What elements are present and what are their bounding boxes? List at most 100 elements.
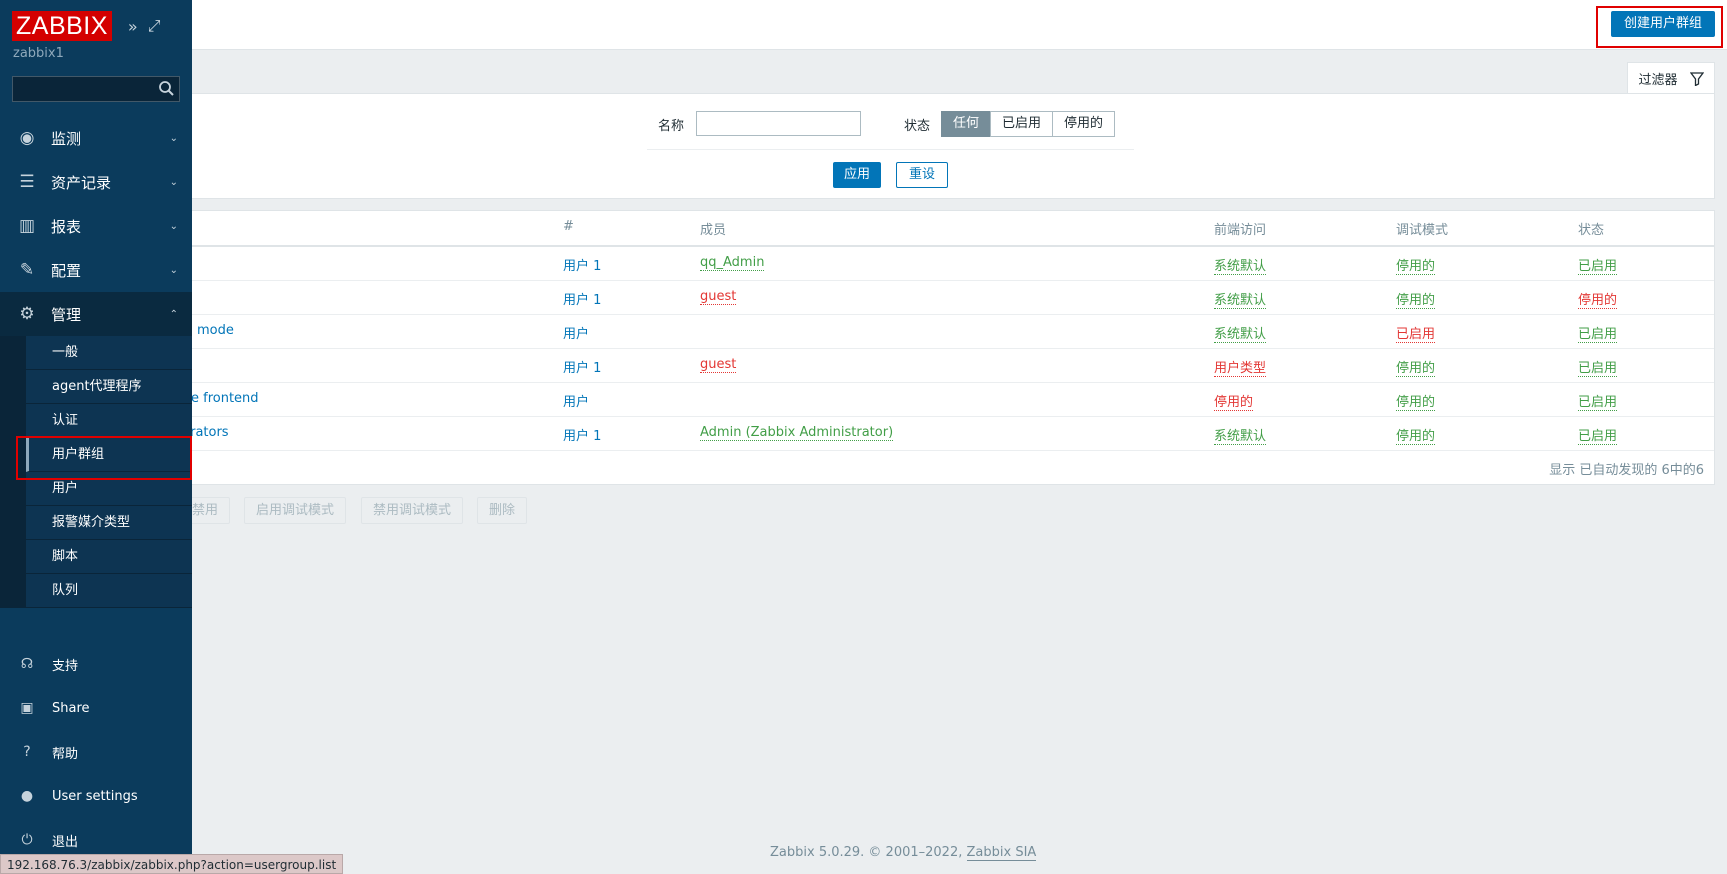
chevron-down-icon: ⌄ bbox=[169, 132, 178, 144]
eye-icon: ◉ bbox=[19, 128, 35, 148]
table-row: mode 用户 系统默认 已启用 已启用 bbox=[1, 315, 1714, 349]
row-frontend-toggle[interactable]: 系统默认 bbox=[1214, 323, 1267, 343]
status-segmented: 任何 已启用 停用的 bbox=[941, 111, 1116, 137]
submenu-general[interactable]: 一般 bbox=[26, 336, 192, 370]
row-frontend-toggle[interactable]: 系统默认 bbox=[1214, 289, 1267, 309]
row-frontend-toggle[interactable]: 用户类型 bbox=[1214, 357, 1267, 377]
table-row: 用户 1 guest 系统默认 停用的 停用的 bbox=[1, 281, 1714, 315]
submenu-users[interactable]: 用户 bbox=[26, 472, 192, 506]
zabbix-logo[interactable]: ZABBIX bbox=[12, 11, 112, 41]
filter-tab-label: 过滤器 bbox=[1638, 73, 1678, 88]
row-status-toggle[interactable]: 已启用 bbox=[1578, 255, 1618, 275]
col-debug[interactable]: 调试模式 bbox=[1396, 219, 1448, 238]
nav-label: 管理 bbox=[51, 305, 82, 324]
apply-button[interactable]: 应用 bbox=[833, 162, 882, 188]
col-frontend[interactable]: 前端访问 bbox=[1214, 219, 1266, 238]
row-status-toggle[interactable]: 已启用 bbox=[1578, 323, 1618, 343]
admin-submenu: 一般 agent代理程序 认证 用户群组 用户 报警媒介类型 脚本 队列 bbox=[0, 336, 192, 608]
user-groups-table: # 成员 前端访问 调试模式 状态 用户 1 qq_Admin 系统默认 停用的… bbox=[0, 210, 1715, 485]
nav-label: 帮助 bbox=[52, 746, 79, 762]
company-link[interactable]: Zabbix SIA bbox=[966, 845, 1037, 861]
sidebar: ZABBIX » ⤢ zabbix1 ◉ 监测 ⌄ ☰ 资产记录 ⌄ ▥ 报表 … bbox=[0, 0, 192, 874]
nav-share[interactable]: ▣ Share bbox=[0, 686, 192, 730]
table-row: trators 用户 1 Admin (Zabbix Administrator… bbox=[1, 417, 1714, 451]
row-count-link[interactable]: 用户 1 bbox=[563, 255, 601, 274]
nav-label: 资产记录 bbox=[51, 173, 112, 192]
table-row: e frontend 用户 停用的 停用的 已启用 bbox=[1, 383, 1714, 417]
power-icon: ⏻ bbox=[21, 832, 33, 848]
nav-label: 报表 bbox=[51, 217, 82, 236]
row-debug-toggle[interactable]: 停用的 bbox=[1396, 255, 1436, 275]
filter-separator bbox=[647, 149, 1134, 150]
submenu-authentication[interactable]: 认证 bbox=[26, 404, 192, 438]
row-status-toggle[interactable]: 已启用 bbox=[1578, 357, 1618, 377]
row-member-link[interactable]: Admin (Zabbix Administrator) bbox=[700, 425, 894, 441]
filter-tab[interactable]: 过滤器 bbox=[1627, 62, 1715, 94]
row-name-link[interactable]: e frontend bbox=[191, 391, 259, 406]
status-enabled[interactable]: 已启用 bbox=[990, 111, 1054, 137]
filter-panel: 名称 状态 任何 已启用 停用的 应用 重设 bbox=[0, 93, 1715, 199]
row-debug-toggle[interactable]: 停用的 bbox=[1396, 391, 1436, 411]
row-frontend-toggle[interactable]: 系统默认 bbox=[1214, 425, 1267, 445]
submenu-media-types[interactable]: 报警媒介类型 bbox=[26, 506, 192, 540]
status-any[interactable]: 任何 bbox=[941, 111, 992, 137]
wrench-icon: ✎ bbox=[19, 260, 35, 280]
submenu-user-groups[interactable]: 用户群组 bbox=[26, 438, 192, 472]
table-row: 用户 1 qq_Admin 系统默认 停用的 已启用 bbox=[1, 247, 1714, 281]
col-count: # bbox=[563, 219, 574, 234]
kiosk-mode-icon[interactable]: ⤢ bbox=[148, 16, 161, 36]
nav-label: 监测 bbox=[51, 129, 82, 148]
submenu-queue[interactable]: 队列 bbox=[26, 574, 192, 608]
row-count-link[interactable]: 用户 1 bbox=[563, 289, 601, 308]
status-bar-url: 192.168.76.3/zabbix/zabbix.php?action=us… bbox=[0, 854, 344, 874]
row-count-link[interactable]: 用户 1 bbox=[563, 425, 601, 444]
share-icon: ▣ bbox=[20, 700, 34, 716]
submenu-proxies[interactable]: agent代理程序 bbox=[26, 370, 192, 404]
row-member-link[interactable]: guest bbox=[700, 289, 737, 305]
table-footer-count: 显示 已自动发现的 6中的6 bbox=[1549, 463, 1704, 478]
row-debug-toggle[interactable]: 停用的 bbox=[1396, 425, 1436, 445]
row-debug-toggle[interactable]: 停用的 bbox=[1396, 289, 1436, 309]
row-debug-toggle[interactable]: 已启用 bbox=[1396, 323, 1436, 343]
status-label: 状态 bbox=[904, 119, 931, 134]
search-icon[interactable] bbox=[158, 80, 175, 97]
copyright: Zabbix 5.0.29. © 2001–2022, Zabbix SIA bbox=[770, 845, 1037, 861]
row-member-link[interactable]: guest bbox=[700, 357, 737, 373]
nav-support[interactable]: ☊ 支持 bbox=[0, 642, 192, 686]
enable-debug-button[interactable]: 启用调试模式 bbox=[244, 497, 347, 524]
nav-user-settings[interactable]: ● User settings bbox=[0, 774, 192, 818]
nav-administration[interactable]: ⚙ 管理 ⌃ bbox=[0, 292, 192, 336]
nav-inventory[interactable]: ☰ 资产记录 ⌄ bbox=[0, 160, 192, 204]
row-debug-toggle[interactable]: 停用的 bbox=[1396, 357, 1436, 377]
row-status-toggle[interactable]: 已启用 bbox=[1578, 391, 1618, 411]
collapse-sidebar-icon[interactable]: » bbox=[128, 17, 138, 36]
status-disabled[interactable]: 停用的 bbox=[1052, 111, 1116, 137]
row-count-link[interactable]: 用户 bbox=[563, 323, 589, 342]
nav-configuration[interactable]: ✎ 配置 ⌄ bbox=[0, 248, 192, 292]
row-status-toggle[interactable]: 停用的 bbox=[1578, 289, 1618, 309]
table-row: 用户 1 guest 用户类型 停用的 已启用 bbox=[1, 349, 1714, 383]
name-input[interactable] bbox=[696, 111, 861, 136]
gear-icon: ⚙ bbox=[19, 304, 35, 324]
col-members: 成员 bbox=[700, 223, 727, 238]
create-user-group-button[interactable]: 创建用户群组 bbox=[1610, 11, 1715, 37]
submenu-scripts[interactable]: 脚本 bbox=[26, 540, 192, 574]
row-count-link[interactable]: 用户 1 bbox=[563, 357, 601, 376]
row-count-link[interactable]: 用户 bbox=[563, 391, 589, 410]
row-member-link[interactable]: qq_Admin bbox=[700, 255, 765, 271]
bottom-nav: ☊ 支持 ▣ Share ? 帮助 ● User settings ⏻ 退出 bbox=[0, 642, 192, 862]
row-name-link[interactable]: mode bbox=[197, 323, 234, 338]
disable-debug-button[interactable]: 禁用调试模式 bbox=[361, 497, 464, 524]
row-frontend-toggle[interactable]: 系统默认 bbox=[1214, 255, 1267, 275]
row-frontend-toggle[interactable]: 停用的 bbox=[1214, 391, 1254, 411]
nav-reports[interactable]: ▥ 报表 ⌄ bbox=[0, 204, 192, 248]
delete-button[interactable]: 删除 bbox=[477, 497, 528, 524]
col-status[interactable]: 状态 bbox=[1578, 219, 1604, 238]
server-name: zabbix1 bbox=[13, 46, 64, 61]
nav-monitoring[interactable]: ◉ 监测 ⌄ bbox=[0, 116, 192, 160]
row-status-toggle[interactable]: 已启用 bbox=[1578, 425, 1618, 445]
search-input[interactable] bbox=[12, 76, 180, 102]
user-icon: ● bbox=[20, 788, 34, 804]
reset-button[interactable]: 重设 bbox=[896, 162, 949, 188]
nav-help[interactable]: ? 帮助 bbox=[0, 730, 192, 774]
